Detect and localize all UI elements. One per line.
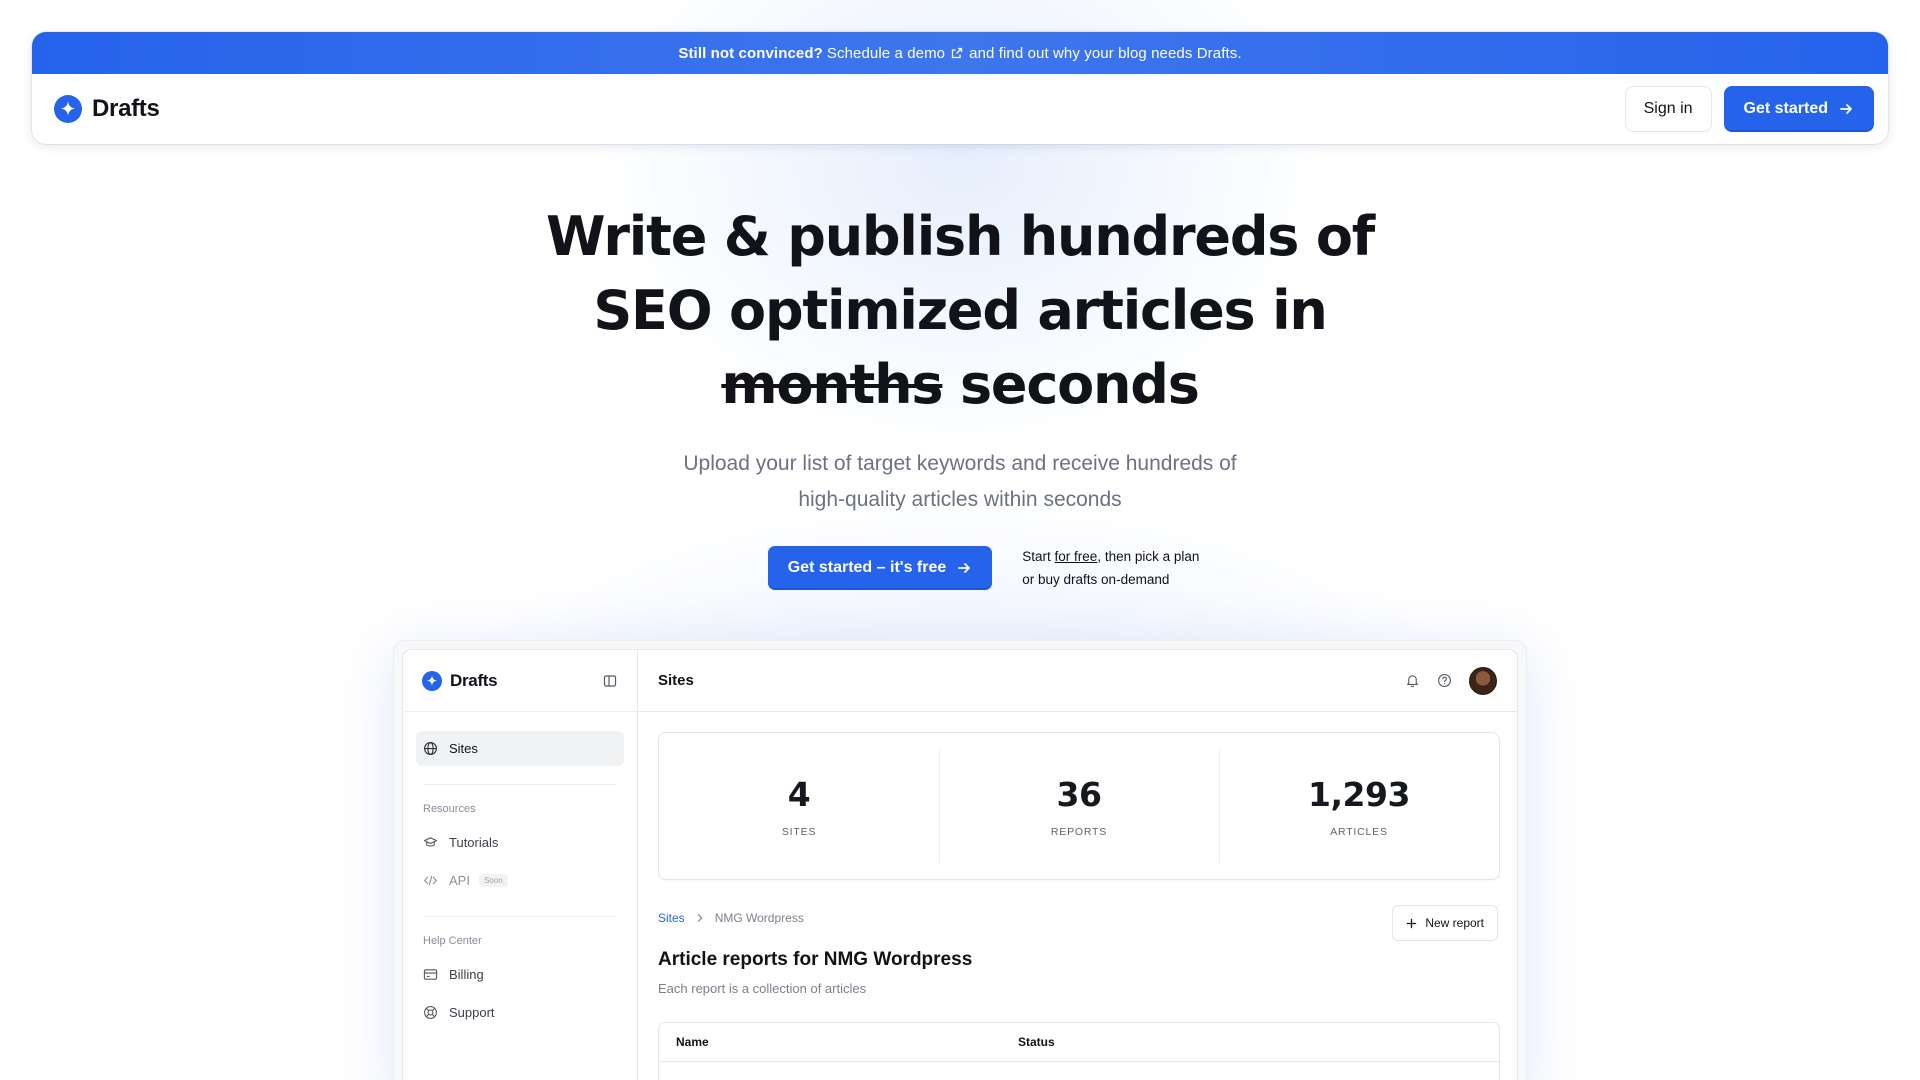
help-center-section-label: Help Center [423, 935, 482, 947]
external-link-icon[interactable] [951, 47, 963, 59]
arrow-right-icon [958, 563, 971, 573]
resources-section-label: Resources [423, 803, 476, 815]
get-started-free-button[interactable]: Get started – it's free [767, 546, 993, 590]
new-report-label: New report [1425, 916, 1484, 930]
column-header-status[interactable]: Status [1018, 1035, 1499, 1049]
main-header: Sites [638, 650, 1517, 712]
cta-note-rest: , then pick a plan [1097, 549, 1200, 564]
bell-icon[interactable] [1405, 673, 1420, 688]
app-preview: Drafts Sites Resources Tutorials API Soo… [393, 640, 1527, 1080]
stat-label: ARTICLES [1330, 825, 1388, 838]
sidebar-divider [423, 784, 617, 785]
hero-subtitle-line-1: Upload your list of target keywords and … [683, 452, 1237, 475]
sidebar-item-support[interactable]: Support [416, 995, 624, 1030]
cta-note-start: Start [1022, 549, 1051, 564]
app-sidebar: Drafts Sites Resources Tutorials API Soo… [403, 650, 638, 1080]
stat-value: 36 [1056, 774, 1102, 814]
brand[interactable]: Drafts [54, 95, 160, 123]
plus-icon [1407, 918, 1417, 928]
cta-note-line-2: or buy drafts on-demand [1022, 572, 1170, 587]
page-title: Sites [658, 672, 694, 689]
hero-title: Write & publish hundreds of SEO optimize… [0, 200, 1920, 422]
cta-label: Get started – it's free [787, 559, 947, 576]
table-header: Name Status [659, 1023, 1499, 1062]
get-started-button[interactable]: Get started [1723, 86, 1874, 132]
hero-replacement-word: seconds [959, 353, 1200, 416]
sidebar-item-label: Billing [449, 967, 484, 982]
sidebar-item-tutorials[interactable]: Tutorials [416, 825, 624, 860]
sidebar-brand[interactable]: Drafts [422, 670, 498, 691]
sidebar-item-label: API [449, 873, 470, 888]
sidebar-toggle-icon[interactable] [603, 674, 617, 688]
header-icons [1405, 666, 1497, 695]
stat-label: REPORTS [1050, 825, 1108, 838]
credit-card-icon [423, 969, 438, 980]
sidebar-item-billing[interactable]: Billing [416, 957, 624, 992]
site-header: Still not convinced? Schedule a demo and… [32, 32, 1888, 144]
sidebar-item-label: Tutorials [449, 835, 499, 850]
chevron-right-icon [697, 914, 703, 922]
hero-subtitle: Upload your list of target keywords and … [0, 446, 1920, 518]
sidebar-body: Sites Resources Tutorials API Soon Help … [403, 712, 637, 1049]
announcement-bar: Still not convinced? Schedule a demo and… [32, 32, 1888, 74]
announcement-bold: Still not convinced? [678, 44, 823, 62]
stat-value: 4 [787, 774, 811, 814]
sparkle-logo-icon [422, 670, 442, 691]
graduation-cap-icon [423, 837, 438, 847]
get-started-label: Get started [1743, 100, 1828, 117]
avatar[interactable] [1469, 666, 1497, 695]
announcement-rest: and find out why your blog needs Drafts. [969, 44, 1242, 62]
stat-label: SITES [781, 825, 817, 838]
breadcrumb: Sites NMG Wordpress [658, 911, 804, 925]
sidebar-divider [423, 916, 617, 917]
brand-name: Drafts [92, 95, 160, 122]
hero-struck-word: months [721, 353, 943, 416]
schedule-demo-link[interactable]: Schedule a demo [827, 45, 945, 62]
sidebar-brand-name: Drafts [450, 670, 498, 690]
hero-line-2: SEO optimized articles in [593, 279, 1327, 342]
breadcrumb-current: NMG Wordpress [714, 911, 804, 925]
column-header-name[interactable]: Name [659, 1035, 1018, 1049]
report-title: Article reports for NMG Wordpress [658, 949, 973, 970]
sign-in-button[interactable]: Sign in [1624, 86, 1712, 132]
sidebar-item-api[interactable]: API Soon [416, 863, 624, 898]
stat-value: 1,293 [1308, 774, 1410, 814]
top-nav: Drafts Sign in Get started [32, 74, 1888, 144]
code-icon [423, 875, 438, 886]
new-report-button[interactable]: New report [1392, 905, 1498, 941]
globe-icon [424, 742, 437, 755]
arrow-right-icon [1840, 104, 1852, 114]
sidebar-item-label: Support [449, 1005, 495, 1020]
sidebar-item-label: Sites [449, 741, 478, 756]
stats-card: 4 SITES 36 REPORTS 1,293 ARTICLES [658, 732, 1500, 880]
report-subtitle: Each report is a collection of articles [658, 981, 867, 996]
hero-line-1: Write & publish hundreds of [545, 205, 1375, 268]
cta-note: Start for free, then pick a plan or buy … [1022, 545, 1222, 591]
sidebar-item-sites[interactable]: Sites [416, 731, 624, 766]
stat-reports: 36 REPORTS [939, 733, 1219, 879]
stat-sites: 4 SITES [659, 733, 939, 879]
for-free-link[interactable]: for free [1055, 549, 1098, 564]
help-circle-icon[interactable] [1437, 673, 1452, 688]
breadcrumb-sites-link[interactable]: Sites [658, 911, 685, 925]
nav-actions: Sign in Get started [1624, 86, 1874, 132]
soon-badge: Soon [478, 874, 508, 887]
app-main: Sites 4 SITES 36 REPORTS 1,293 ARTICLES … [638, 650, 1517, 1080]
sidebar-header: Drafts [403, 650, 637, 712]
app-window: Drafts Sites Resources Tutorials API Soo… [402, 649, 1518, 1080]
reports-table: Name Status [658, 1022, 1500, 1080]
cta-row: Get started – it's free Start for free, … [0, 545, 1920, 591]
hero-subtitle-line-2: high-quality articles within seconds [798, 488, 1122, 511]
sparkle-logo-icon [54, 95, 82, 123]
stat-articles: 1,293 ARTICLES [1219, 733, 1499, 879]
lifebuoy-icon [424, 1006, 437, 1019]
hero: Write & publish hundreds of SEO optimize… [0, 200, 1920, 518]
